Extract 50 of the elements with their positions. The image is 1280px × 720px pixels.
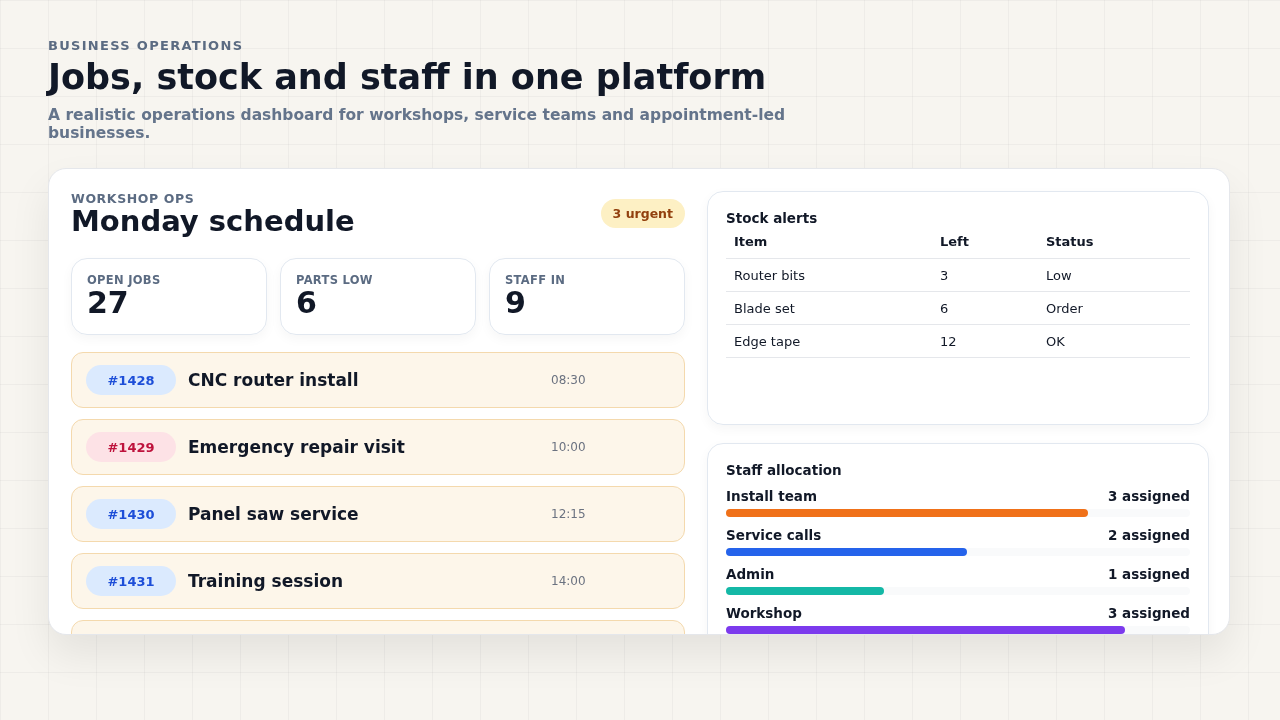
job-time: 10:00: [551, 440, 586, 455]
urgent-badge: 3 urgent: [600, 198, 685, 228]
assigned-count: 1 assigned: [1108, 565, 1190, 582]
table-cell: OK: [1038, 324, 1190, 358]
table-cell: Blade set: [726, 291, 932, 325]
job-row[interactable]: #1428 CNC router install 08:30: [71, 352, 685, 409]
column-header: Left: [932, 227, 1038, 259]
page-title: Jobs, stock and staff in one platform: [48, 57, 768, 98]
job-title: CNC router install: [188, 370, 360, 391]
page-eyebrow: BUSINESS OPERATIONS: [48, 38, 245, 53]
assigned-count: 3 assigned: [1108, 604, 1190, 621]
team-name: Admin: [726, 565, 775, 582]
stat-label: STAFF IN: [505, 272, 567, 287]
table-cell: Edge tape: [726, 324, 932, 358]
job-time: 08:30: [551, 373, 586, 388]
column-header: Item: [726, 227, 932, 259]
job-row[interactable]: #1430 Panel saw service 12:15: [71, 486, 685, 543]
job-time: 12:15: [551, 507, 586, 522]
job-title: Panel saw service: [188, 504, 360, 525]
column-header: Status: [1038, 227, 1190, 259]
job-id-tag: #1431: [86, 566, 176, 597]
table-cell: 12: [932, 324, 1038, 358]
table-cell: 3: [932, 258, 1038, 292]
job-row[interactable]: #1429 Emergency repair visit 10:00: [71, 419, 685, 476]
table-cell: Router bits: [726, 258, 932, 292]
job-id-tag: #1428: [86, 365, 176, 396]
team-name: Service calls: [726, 526, 822, 543]
stat-value: 6: [296, 286, 318, 319]
job-title: Training session: [188, 571, 345, 592]
team-name: Workshop: [726, 604, 802, 621]
assigned-count: 3 assigned: [1108, 487, 1190, 504]
job-id-tag: #1429: [86, 432, 176, 463]
schedule-title: Monday schedule: [71, 205, 355, 238]
stat-value: 27: [87, 286, 129, 319]
assigned-count: 2 assigned: [1108, 526, 1190, 543]
job-row[interactable]: #1431 Training session 14:00: [71, 553, 685, 610]
section-eyebrow: WORKSHOP OPS: [71, 190, 196, 206]
stat-label: OPEN JOBS: [87, 272, 162, 287]
panel-title: Staff allocation: [726, 461, 843, 478]
job-time: 14:00: [551, 574, 586, 589]
team-name: Install team: [726, 487, 817, 504]
stat-label: PARTS LOW: [296, 272, 374, 287]
table-cell: 6: [932, 291, 1038, 325]
table-cell: Order: [1038, 291, 1190, 325]
panel-title: Stock alerts: [726, 209, 819, 226]
stat-value: 9: [505, 286, 527, 319]
table-cell: Low: [1038, 258, 1190, 292]
job-title: Emergency repair visit: [188, 437, 406, 458]
job-id-tag: #1430: [86, 499, 176, 530]
page-subtitle: A realistic operations dashboard for workshops, service teams and appointment-led businesses.: [48, 107, 787, 143]
